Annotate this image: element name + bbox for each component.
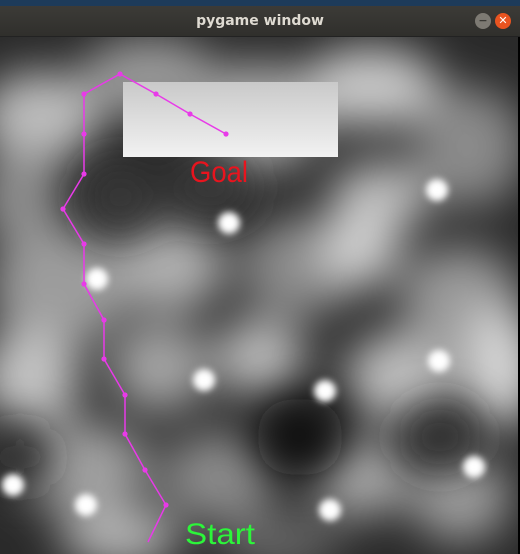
window-title: pygame window <box>196 13 324 29</box>
goal-label: Goal <box>190 156 248 189</box>
terrain-map: Goal Start <box>0 37 518 554</box>
pygame-window: pygame window − ✕ Goal Start <box>0 0 520 554</box>
close-icon: ✕ <box>498 14 508 27</box>
minimize-icon: − <box>478 14 488 27</box>
game-canvas[interactable]: Goal Start <box>0 37 518 554</box>
start-label: Start <box>185 518 256 551</box>
close-button[interactable]: ✕ <box>495 13 511 29</box>
title-bar[interactable]: pygame window − ✕ <box>0 6 520 37</box>
minimize-button[interactable]: − <box>475 13 491 29</box>
